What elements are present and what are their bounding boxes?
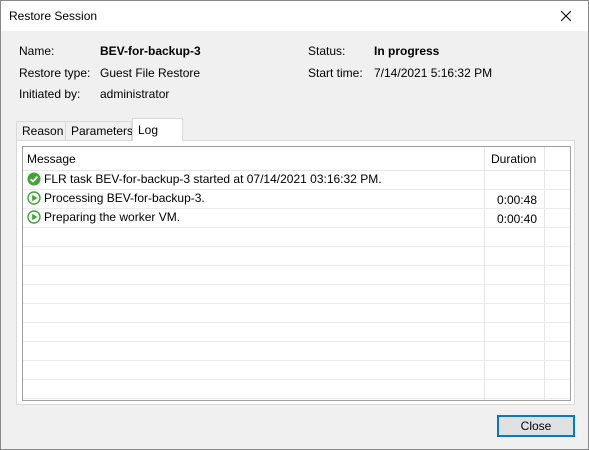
tab-reason[interactable]: Reason (16, 121, 66, 140)
column-header-duration[interactable]: Duration (485, 147, 545, 171)
running-play-icon (27, 191, 41, 205)
restore-type-label: Restore type: (19, 66, 91, 80)
empty-row (23, 323, 570, 342)
tab-log[interactable]: Log (132, 118, 183, 141)
tab-parameters[interactable]: Parameters (65, 121, 133, 140)
running-play-icon (27, 210, 41, 224)
log-grid[interactable]: Message Duration FLR task BEV-for-backup… (22, 146, 571, 401)
initiated-by-label: Initiated by: (19, 87, 81, 101)
start-time-value: 7/14/2021 5:16:32 PM (374, 66, 493, 80)
empty-row (23, 266, 570, 285)
restore-type-value: Guest File Restore (100, 66, 201, 80)
success-check-icon (27, 172, 41, 186)
log-grid-header: Message Duration (23, 147, 570, 171)
log-message: Processing BEV-for-backup-3. (44, 191, 205, 205)
status-value: In progress (374, 44, 440, 58)
window-close-button[interactable] (544, 1, 588, 31)
name-label: Name: (19, 44, 55, 58)
empty-row (23, 342, 570, 361)
window-title: Restore Session (9, 9, 98, 23)
log-message: FLR task BEV-for-backup-3 started at 07/… (44, 172, 382, 186)
log-row[interactable]: Processing BEV-for-backup-3. 0:00:48 (23, 190, 570, 209)
name-value: BEV-for-backup-3 (100, 44, 201, 58)
title-bar: Restore Session (1, 1, 588, 31)
start-time-label: Start time: (308, 66, 363, 80)
log-tab-panel: Message Duration FLR task BEV-for-backup… (16, 140, 575, 405)
empty-row (23, 304, 570, 323)
log-row[interactable]: Preparing the worker VM. 0:00:40 (23, 209, 570, 228)
close-icon (561, 11, 571, 21)
column-header-message[interactable]: Message (23, 147, 484, 171)
empty-row (23, 361, 570, 380)
log-message: Preparing the worker VM. (44, 210, 181, 224)
empty-row (23, 247, 570, 266)
initiated-by-value: administrator (100, 87, 170, 101)
empty-row (23, 228, 570, 247)
log-row[interactable]: FLR task BEV-for-backup-3 started at 07/… (23, 171, 570, 190)
log-duration: 0:00:48 (496, 193, 537, 207)
empty-row (23, 285, 570, 304)
close-button[interactable]: Close (497, 415, 575, 437)
log-duration: 0:00:40 (496, 212, 537, 226)
status-label: Status: (308, 44, 346, 58)
restore-session-window: Restore Session Name: BEV-for-backup-3 R… (0, 0, 589, 450)
empty-row (23, 380, 570, 399)
